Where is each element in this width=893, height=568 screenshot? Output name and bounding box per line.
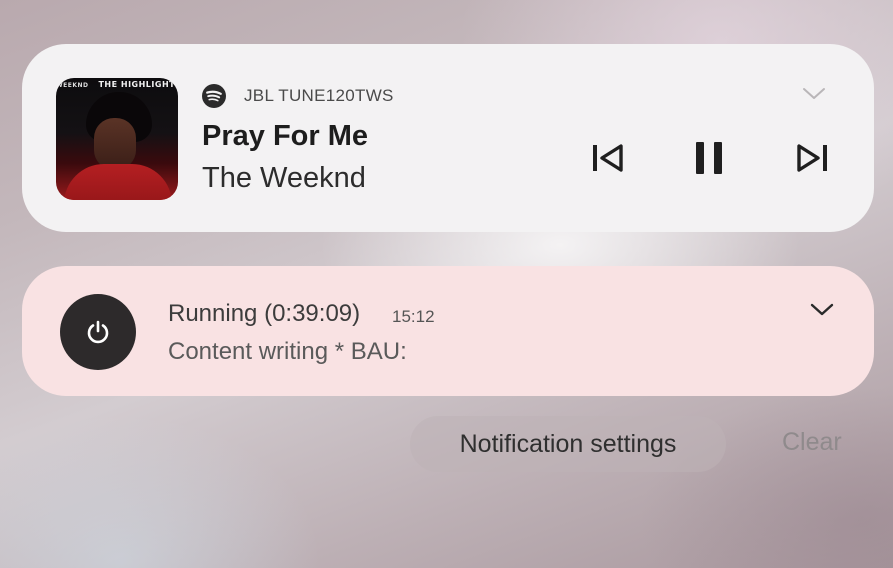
previous-icon — [593, 144, 623, 172]
pause-button[interactable] — [690, 140, 730, 176]
spotify-icon — [202, 84, 226, 108]
next-icon — [797, 144, 827, 172]
power-icon — [87, 320, 109, 344]
clear-button[interactable]: Clear — [782, 428, 842, 457]
album-art: WEEKND THE HIGHLIGHTS — [56, 78, 178, 200]
track-title: Pray For Me — [202, 120, 368, 152]
timer-notification[interactable]: Running (0:39:09) 15:12 Content writing … — [22, 266, 874, 396]
expand-chevron-icon[interactable] — [802, 86, 826, 102]
next-track-button[interactable] — [794, 140, 834, 176]
output-device-name: JBL TUNE120TWS — [244, 86, 394, 105]
track-artist: The Weeknd — [202, 162, 366, 194]
media-source-row: JBL TUNE120TWS — [202, 84, 394, 108]
album-art-header: WEEKND THE HIGHLIGHTS — [56, 80, 178, 89]
app-badge — [60, 294, 136, 370]
album-artist-mark: WEEKND — [56, 82, 89, 89]
timer-task: Content writing * BAU: — [168, 338, 407, 365]
notification-time: 15:12 — [392, 307, 435, 326]
pause-icon — [696, 142, 722, 174]
notification-settings-button[interactable]: Notification settings — [410, 416, 726, 472]
timer-status: Running (0:39:09) — [168, 300, 361, 327]
album-header-text: THE HIGHLIGHTS — [98, 80, 178, 89]
previous-track-button[interactable] — [588, 140, 628, 176]
chevron-down-icon[interactable] — [810, 302, 834, 318]
media-notification[interactable]: WEEKND THE HIGHLIGHTS JBL TUNE120TWS Pray… — [22, 44, 874, 232]
